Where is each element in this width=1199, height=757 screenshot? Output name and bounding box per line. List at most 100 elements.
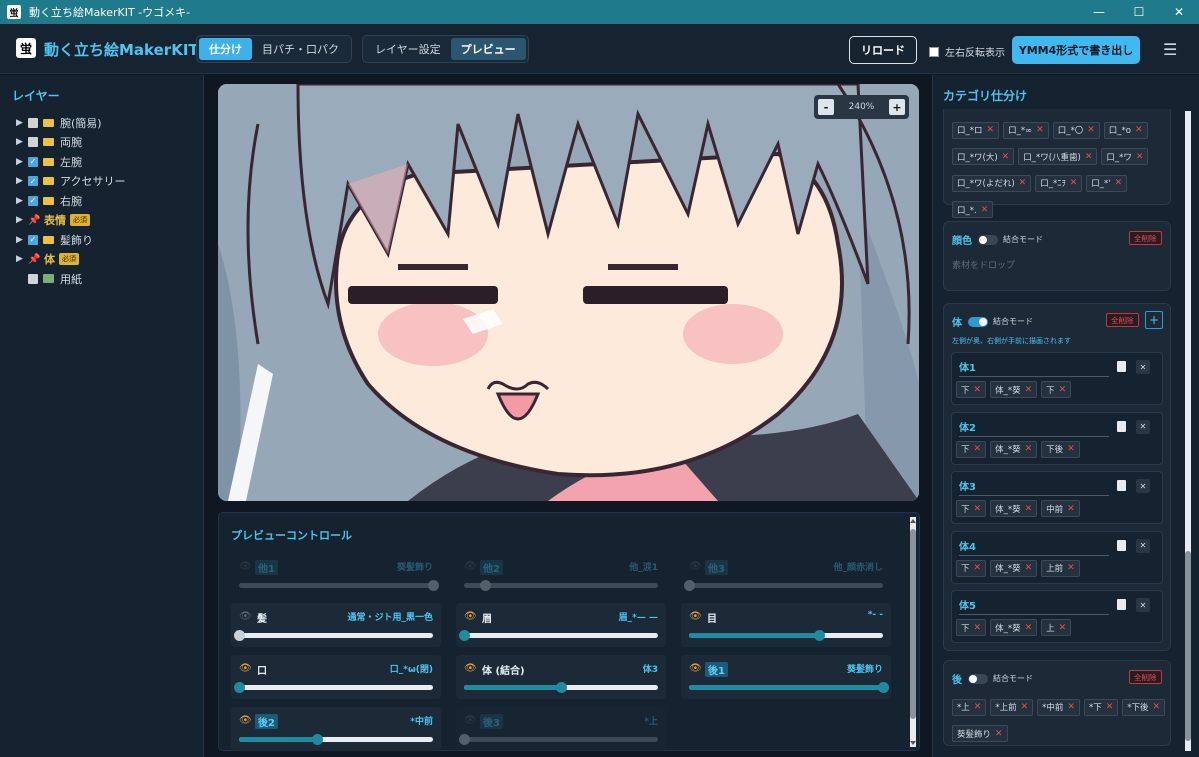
remove-tag-icon[interactable]: ✕ [1025,444,1033,454]
file-icon[interactable] [1117,599,1126,610]
layer-checkbox[interactable] [28,137,38,148]
character-preview[interactable]: - 240% + [218,84,919,501]
remove-tag-icon[interactable]: ✕ [1067,702,1075,712]
remove-tag-icon[interactable]: ✕ [1059,623,1067,633]
mirror-checkbox[interactable] [929,46,939,57]
layer-item[interactable]: 用紙 [16,269,125,289]
remove-tag-icon[interactable]: ✕ [1106,702,1114,712]
slider-track[interactable] [239,580,439,591]
slider-track[interactable] [459,630,658,641]
slider-track[interactable] [234,682,433,693]
slider-handle[interactable] [459,734,470,745]
tab-layer-settings[interactable]: レイヤー設定 [365,38,451,60]
remove-tag-icon[interactable]: ✕ [1025,504,1033,514]
remove-tag-icon[interactable]: ✕ [1019,178,1027,188]
body-sub-name[interactable]: 体5 [959,597,1109,615]
remove-tag-icon[interactable]: ✕ [974,563,982,573]
layer-item[interactable]: ▶ 📌 表情 必須 [16,211,125,231]
remove-sub-item-icon[interactable]: ✕ [1136,419,1150,434]
remove-tag-icon[interactable]: ✕ [1067,563,1075,573]
remove-tag-icon[interactable]: ✕ [974,385,982,395]
remove-tag-icon[interactable]: ✕ [974,623,982,633]
remove-tag-icon[interactable]: ✕ [1085,152,1093,162]
body-delete-all-button[interactable]: 全削除 [1106,313,1139,327]
visibility-eye-icon[interactable]: 👁 [464,611,477,622]
expand-arrow-icon[interactable]: ▶ [16,235,28,245]
file-icon[interactable] [1117,480,1126,491]
color-delete-all-button[interactable]: 全削除 [1129,231,1162,245]
slider-handle[interactable] [556,682,567,693]
slider-handle[interactable] [878,682,889,693]
remove-sub-item-icon[interactable]: ✕ [1136,479,1150,493]
remove-tag-icon[interactable]: ✕ [1025,563,1033,573]
layer-checkbox[interactable] [28,273,38,284]
body-sub-name[interactable]: 体4 [959,538,1109,556]
layer-item[interactable]: ▶ ✓ 右腕 [16,191,125,211]
back-merge-toggle[interactable] [968,673,988,684]
layer-checkbox[interactable] [28,117,38,128]
slider-track[interactable] [234,630,433,641]
file-icon[interactable] [1117,361,1126,372]
remove-tag-icon[interactable]: ✕ [981,205,989,215]
remove-tag-icon[interactable]: ✕ [1135,125,1143,135]
visibility-eye-icon[interactable]: 👁 [464,715,477,726]
file-icon[interactable] [1117,539,1126,551]
remove-tag-icon[interactable]: ✕ [1002,152,1010,162]
expand-arrow-icon[interactable]: ▶ [16,196,28,206]
slider-track[interactable] [464,682,658,693]
layer-item[interactable]: ▶ ✓ 髪飾り [16,230,125,250]
color-merge-toggle[interactable] [978,234,998,245]
slider-track[interactable] [239,734,433,745]
category-scrollbar[interactable] [1185,111,1191,751]
remove-tag-icon[interactable]: ✕ [995,729,1003,739]
zoom-in-button[interactable]: + [888,99,905,115]
remove-tag-icon[interactable]: ✕ [974,702,982,712]
export-ymm4-button[interactable]: YMM4形式で書き出し [1012,36,1140,64]
visibility-eye-icon[interactable]: 👁 [464,663,477,674]
remove-tag-icon[interactable]: ✕ [1115,178,1123,188]
reload-button[interactable]: リロード [849,36,917,64]
remove-tag-icon[interactable]: ✕ [1087,125,1095,135]
body-sub-name[interactable]: 体3 [959,478,1109,496]
slider-track[interactable] [459,734,658,745]
zoom-out-button[interactable]: - [818,99,834,115]
visibility-eye-icon[interactable]: 👁 [689,561,702,572]
visibility-eye-icon[interactable]: 👁 [239,611,252,622]
slider-handle[interactable] [684,580,695,591]
minimize-button[interactable]: — [1079,0,1119,24]
layer-checkbox[interactable]: ✓ [28,156,38,167]
layer-item[interactable]: ▶ 📌 体必須 [16,250,125,270]
layer-checkbox[interactable]: ✓ [28,234,38,245]
visibility-eye-icon[interactable]: 👁 [464,561,477,572]
slider-track[interactable] [689,630,883,641]
expand-arrow-icon[interactable]: ▶ [16,254,28,264]
remove-tag-icon[interactable]: ✕ [1025,623,1033,633]
body-sub-name[interactable]: 体2 [959,419,1109,437]
tab-blink-lipsync[interactable]: 目パチ・口パク [252,38,349,60]
layer-item[interactable]: ▶ ✓ アクセサリー [16,172,125,192]
layer-item[interactable]: ▶ ✓ 左腕 [16,152,125,172]
file-icon[interactable] [1117,420,1126,432]
layer-checkbox[interactable]: ✓ [28,195,38,206]
visibility-eye-icon[interactable]: 👁 [689,663,702,674]
remove-tag-icon[interactable]: ✕ [1067,504,1075,514]
remove-tag-icon[interactable]: ✕ [987,125,995,135]
slider-handle[interactable] [813,630,825,641]
expand-arrow-icon[interactable]: ▶ [16,176,28,186]
expand-arrow-icon[interactable]: ▶ [16,157,28,167]
remove-tag-icon[interactable]: ✕ [974,504,982,514]
visibility-eye-icon[interactable]: 👁 [689,611,702,622]
slider-handle[interactable] [234,682,245,693]
layer-item[interactable]: ▶ 両腕 [16,133,125,153]
slider-track[interactable] [464,580,658,591]
remove-tag-icon[interactable]: ✕ [1025,385,1033,395]
slider-handle[interactable] [311,734,323,745]
visibility-eye-icon[interactable]: 👁 [239,561,252,572]
body-add-button[interactable]: + [1145,311,1163,329]
expand-arrow-icon[interactable]: ▶ [16,137,28,147]
back-delete-all-button[interactable]: 全削除 [1129,670,1162,684]
remove-sub-item-icon[interactable]: ✕ [1136,360,1150,374]
tab-sorting[interactable]: 仕分け [199,38,252,60]
body-merge-toggle[interactable] [968,316,988,327]
visibility-eye-icon[interactable]: 👁 [239,715,252,726]
